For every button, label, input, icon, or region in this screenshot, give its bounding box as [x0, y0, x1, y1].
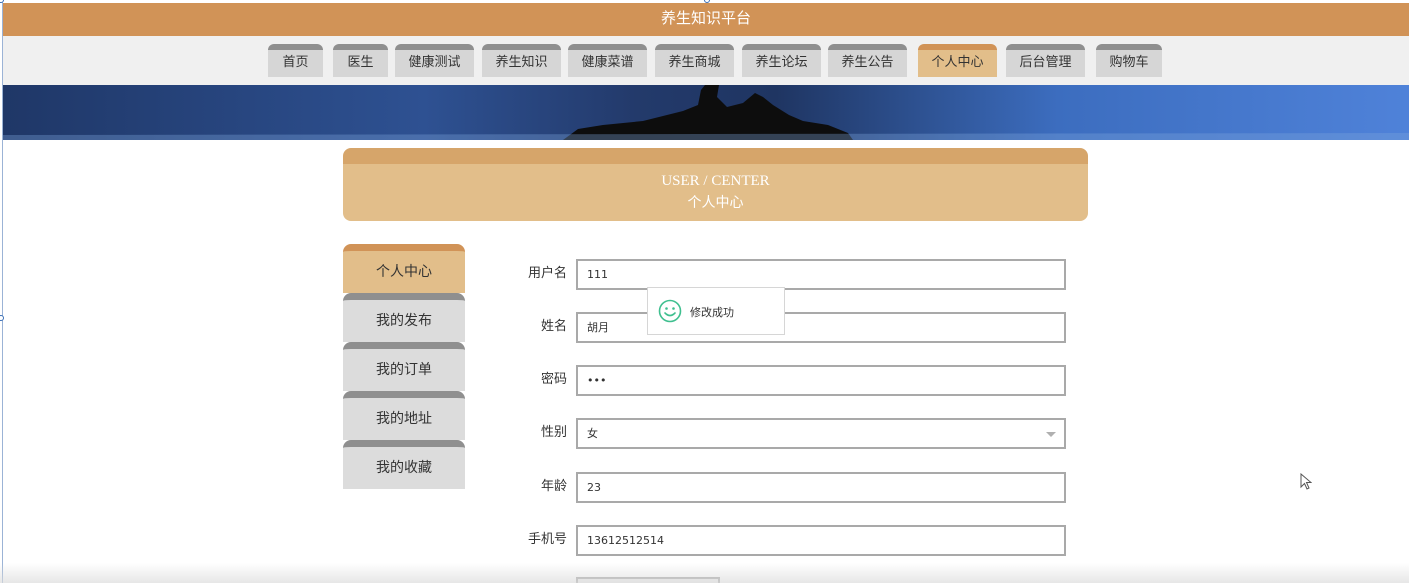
user-side-menu: 个人中心 我的发布 我的订单 我的地址 我的收藏 [343, 244, 465, 489]
chevron-down-icon [1046, 432, 1056, 437]
side-item-my-posts[interactable]: 我的发布 [343, 293, 465, 342]
phone-input[interactable]: 13612512514 [576, 525, 1066, 556]
form-row-username: 用户名 111 [515, 259, 1067, 291]
nav-item-announcements[interactable]: 养生公告 [828, 44, 907, 77]
password-label: 密码 [540, 372, 567, 387]
nav-item-cart[interactable]: 购物车 [1096, 44, 1162, 77]
form-row-gender: 性别 女 [515, 418, 1067, 450]
side-item-my-favorites[interactable]: 我的收藏 [343, 440, 465, 489]
banner-image [3, 85, 1409, 140]
username-label: 用户名 [527, 266, 567, 281]
nav-item-shop[interactable]: 养生商城 [655, 44, 734, 77]
nav-item-home[interactable]: 首页 [268, 44, 323, 77]
gender-select[interactable]: 女 [576, 418, 1066, 449]
name-label: 姓名 [540, 319, 567, 334]
main-nav: 首页 医生 健康测试 养生知识 健康菜谱 养生商城 养生论坛 养生公告 个人中心… [3, 36, 1409, 85]
side-item-my-orders[interactable]: 我的订单 [343, 342, 465, 391]
phone-label: 手机号 [527, 532, 567, 547]
banner-silhouette [3, 85, 1409, 140]
resize-handle-left[interactable] [0, 315, 4, 321]
form-row-age: 年龄 23 [515, 472, 1067, 504]
user-center-title-cn: 个人中心 [687, 195, 744, 211]
submit-button-partial[interactable] [576, 577, 720, 583]
smile-icon [658, 299, 682, 323]
form-row-phone: 手机号 13612512514 [515, 525, 1067, 557]
toast-message: 修改成功 [690, 306, 734, 319]
mouse-cursor-icon [1300, 473, 1312, 490]
password-input[interactable]: ••• [576, 365, 1066, 396]
nav-item-forum[interactable]: 养生论坛 [742, 44, 821, 77]
site-title-bar: 养生知识平台 [3, 3, 1409, 36]
side-item-my-addresses[interactable]: 我的地址 [343, 391, 465, 440]
gender-selected-value: 女 [587, 427, 598, 440]
success-toast: 修改成功 [647, 287, 785, 335]
nav-item-user-center[interactable]: 个人中心 [918, 44, 997, 77]
side-item-profile[interactable]: 个人中心 [343, 244, 465, 293]
nav-item-recipes[interactable]: 健康菜谱 [568, 44, 647, 77]
form-row-name: 姓名 胡月 [515, 312, 1067, 344]
user-center-header: USER / CENTER 个人中心 [343, 148, 1088, 221]
age-label: 年龄 [540, 479, 567, 494]
user-center-title-en: USER / CENTER [661, 173, 770, 189]
site-title: 养生知识平台 [660, 9, 751, 27]
age-input[interactable]: 23 [576, 472, 1066, 503]
gender-label: 性别 [540, 425, 567, 440]
nav-item-admin[interactable]: 后台管理 [1006, 44, 1085, 77]
nav-item-doctor[interactable]: 医生 [333, 44, 388, 77]
nav-item-health-test[interactable]: 健康测试 [395, 44, 474, 77]
username-input[interactable]: 111 [576, 259, 1066, 290]
nav-item-wellness-knowledge[interactable]: 养生知识 [482, 44, 561, 77]
form-row-password: 密码 ••• [515, 365, 1067, 397]
